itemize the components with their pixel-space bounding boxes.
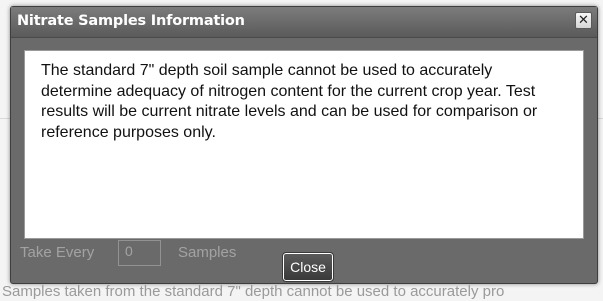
close-icon[interactable]: ✕	[575, 12, 592, 29]
background-footer-text: Samples taken from the standard 7" depth…	[2, 283, 505, 300]
samples-label: Samples	[178, 244, 237, 261]
dialog-titlebar[interactable]: Nitrate Samples Information ✕	[11, 7, 597, 38]
dialog-message: The standard 7" depth soil sample cannot…	[41, 62, 538, 141]
take-every-input[interactable]: 0	[118, 240, 161, 266]
nitrate-info-dialog: Nitrate Samples Information ✕ The standa…	[10, 6, 598, 284]
close-button[interactable]: Close	[282, 252, 334, 282]
dialog-title: Nitrate Samples Information	[17, 13, 245, 29]
dialog-content: The standard 7" depth soil sample cannot…	[24, 50, 584, 239]
take-every-label: Take Every	[20, 244, 95, 261]
